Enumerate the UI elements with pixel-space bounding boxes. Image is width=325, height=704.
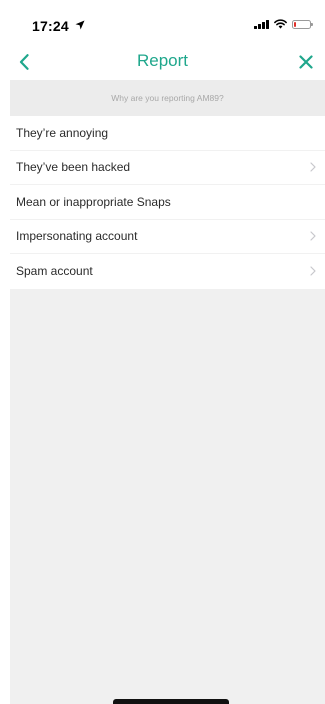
option-annoying[interactable]: They’re annoying [10, 116, 325, 151]
report-screen: 17:24 Report Why are you reporting AM89?… [0, 0, 325, 704]
report-content: Why are you reporting AM89? They’re anno… [10, 80, 325, 704]
home-indicator[interactable] [113, 699, 229, 704]
chevron-right-icon [310, 266, 316, 276]
option-spam[interactable]: Spam account [10, 254, 325, 289]
page-title: Report [136, 51, 189, 70]
close-button[interactable] [295, 51, 317, 73]
battery-level [294, 21, 296, 27]
section-header: Why are you reporting AM89? [10, 80, 325, 116]
status-time: 17:24 [32, 18, 69, 34]
option-label: They’ve been hacked [16, 160, 131, 175]
report-options-list: They’re annoying They’ve been hacked Mea… [10, 116, 325, 289]
option-label: Mean or inappropriate Snaps [16, 194, 171, 209]
close-icon [299, 55, 313, 69]
location-arrow-icon [75, 20, 85, 30]
cellular-signal-icon [254, 19, 269, 29]
option-label: Spam account [16, 264, 93, 279]
status-indicators [254, 19, 313, 29]
option-mean-snaps[interactable]: Mean or inappropriate Snaps [10, 185, 325, 220]
option-label: They’re annoying [16, 125, 109, 140]
battery-low-icon [292, 19, 313, 29]
chevron-right-icon [310, 231, 316, 241]
chevron-right-icon [310, 162, 316, 172]
option-label: Impersonating account [16, 229, 138, 244]
option-impersonating[interactable]: Impersonating account [10, 219, 325, 254]
option-hacked[interactable]: They’ve been hacked [10, 150, 325, 185]
wifi-icon [274, 19, 287, 29]
nav-bar: Report [0, 44, 325, 80]
status-bar: 17:24 [0, 0, 325, 44]
